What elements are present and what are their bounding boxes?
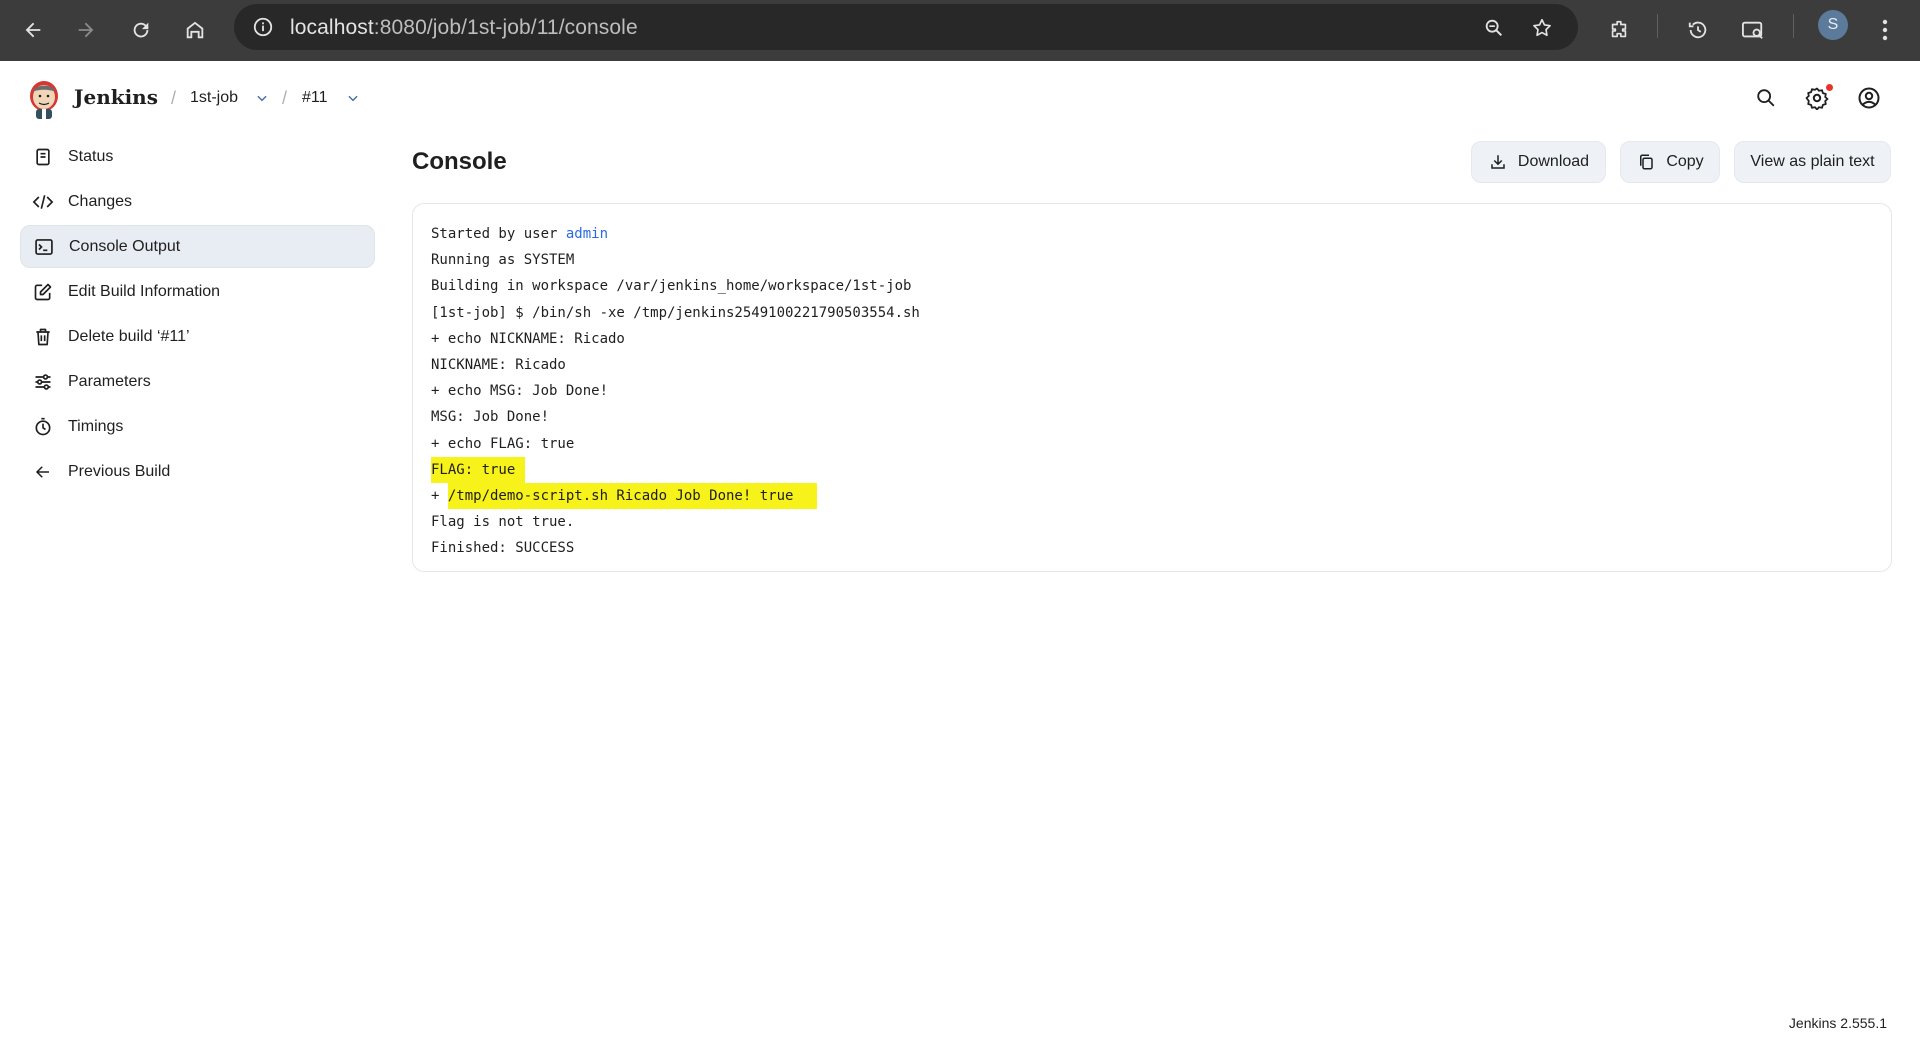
- info-icon: [253, 17, 273, 37]
- sidebar-item-previous-build[interactable]: Previous Build: [20, 450, 375, 493]
- extensions-button[interactable]: [1596, 7, 1642, 53]
- started-prefix: Started by user: [431, 226, 566, 242]
- view-plain-text-button[interactable]: View as plain text: [1734, 141, 1891, 183]
- sidebar-item-console-output[interactable]: Console Output: [20, 225, 375, 268]
- breadcrumb-build[interactable]: #11: [302, 89, 328, 107]
- sidebar-item-parameters[interactable]: Parameters: [20, 360, 375, 403]
- sidebar-item-edit-build-information[interactable]: Edit Build Information: [20, 270, 375, 313]
- reload-button[interactable]: [118, 7, 164, 53]
- user-link-admin[interactable]: admin: [566, 226, 608, 242]
- breadcrumb-build-chevron-icon[interactable]: [343, 88, 363, 108]
- account-icon[interactable]: [1856, 85, 1882, 111]
- status-icon: [32, 146, 54, 168]
- breadcrumb-job[interactable]: 1st-job: [190, 89, 238, 107]
- url-path: :8080/job/1st-job/11/console: [373, 16, 638, 39]
- console-line: Started by user admin: [431, 221, 920, 247]
- copy-button[interactable]: Copy: [1620, 141, 1720, 183]
- console-line-highlighted: FLAG: true: [431, 456, 920, 483]
- sliders-icon: [32, 371, 54, 393]
- sidebar-item-label: Parameters: [68, 372, 151, 390]
- profile-avatar[interactable]: S: [1818, 10, 1848, 40]
- more-vertical-icon: [1882, 19, 1888, 41]
- trash-icon: [32, 326, 54, 348]
- terminal-icon: [33, 236, 55, 258]
- breadcrumb-job-chevron-icon[interactable]: [252, 88, 272, 108]
- console-output: Started by user admin Running as SYSTEM …: [412, 203, 1892, 572]
- jenkins-logo-icon[interactable]: [27, 78, 61, 120]
- sidebar-item-changes[interactable]: Changes: [20, 180, 375, 223]
- console-line: NICKNAME: Ricado: [431, 356, 566, 373]
- download-label: Download: [1517, 153, 1590, 170]
- site-info-button[interactable]: [248, 12, 278, 42]
- console-line-highlighted: + /tmp/demo-script.sh Ricado Job Done! t…: [431, 482, 920, 510]
- url-host: localhost: [290, 16, 374, 39]
- console-line: Flag is not true.: [431, 514, 575, 531]
- console-line: + echo FLAG: true: [431, 435, 575, 452]
- sidebar-item-label: Status: [68, 147, 114, 165]
- home-button[interactable]: [172, 7, 218, 53]
- browser-menu-button[interactable]: [1862, 7, 1908, 53]
- history-button[interactable]: [1675, 7, 1721, 53]
- timer-icon: [32, 416, 54, 438]
- back-arrow-icon: [25, 22, 41, 38]
- download-icon: [1488, 152, 1508, 172]
- sidebar-item-label: Changes: [68, 192, 133, 210]
- console-line: + echo NICKNAME: Ricado: [431, 330, 625, 347]
- sidebar-item-label: Console Output: [69, 237, 181, 255]
- sidebar-item-label: Edit Build Information: [68, 282, 221, 300]
- console-line: [1st-job] $ /bin/sh -xe /tmp/jenkins2549…: [431, 304, 920, 321]
- tab-search-icon: [1742, 21, 1763, 39]
- sidebar: Status Changes Console Output Edit Build…: [20, 135, 375, 495]
- tab-search-button[interactable]: [1730, 7, 1776, 53]
- edit-icon: [32, 281, 54, 303]
- console-line: + echo MSG: Job Done!: [431, 383, 609, 400]
- back-button[interactable]: [10, 7, 56, 53]
- sidebar-item-label: Previous Build: [68, 462, 171, 480]
- copy-label: Copy: [1666, 153, 1704, 170]
- sidebar-item-label: Timings: [68, 417, 124, 435]
- zoom-icon[interactable]: [1482, 16, 1506, 40]
- reload-icon: [133, 22, 149, 38]
- address-bar[interactable]: localhost:8080/job/1st-job/11/console: [234, 4, 1578, 50]
- copy-icon: [1636, 152, 1656, 172]
- console-line: Building in workspace /var/jenkins_home/…: [431, 278, 912, 295]
- forward-arrow-icon: [78, 22, 94, 38]
- url-text[interactable]: localhost:8080/job/1st-job/11/console: [290, 16, 638, 40]
- history-icon: [1688, 21, 1707, 39]
- bookmark-star-icon[interactable]: [1530, 16, 1554, 40]
- sidebar-item-label: Delete build ‘#11’: [68, 327, 190, 345]
- console-line: Running as SYSTEM: [431, 252, 575, 269]
- highlighted-flag-text: FLAG: true: [431, 456, 526, 483]
- jenkins-brand[interactable]: Jenkins: [74, 85, 158, 109]
- forward-button[interactable]: [63, 7, 109, 53]
- jenkins-version[interactable]: Jenkins 2.555.1: [1789, 1015, 1887, 1031]
- page-title: Console: [412, 148, 507, 175]
- sidebar-item-status[interactable]: Status: [20, 135, 375, 178]
- jenkins-header: Jenkins / 1st-job / #11: [0, 61, 1920, 135]
- sidebar-item-timings[interactable]: Timings: [20, 405, 375, 448]
- notification-dot: [1826, 84, 1833, 91]
- sidebar-item-delete-build[interactable]: Delete build ‘#11’: [20, 315, 375, 358]
- browser-toolbar: localhost:8080/job/1st-job/11/console S: [0, 0, 1920, 61]
- home-icon: [186, 21, 204, 39]
- download-button[interactable]: Download: [1471, 141, 1606, 183]
- view-plain-text-label: View as plain text: [1750, 153, 1875, 170]
- console-line: MSG: Job Done!: [431, 409, 550, 426]
- code-icon: [32, 191, 54, 213]
- console-line: Finished: SUCCESS: [431, 540, 575, 557]
- script-prefix: +: [431, 487, 448, 504]
- arrow-left-icon: [32, 461, 54, 483]
- highlighted-script-text: /tmp/demo-script.sh Ricado Job Done! tru…: [447, 482, 818, 510]
- puzzle-icon: [1611, 20, 1627, 38]
- search-icon[interactable]: [1753, 85, 1779, 111]
